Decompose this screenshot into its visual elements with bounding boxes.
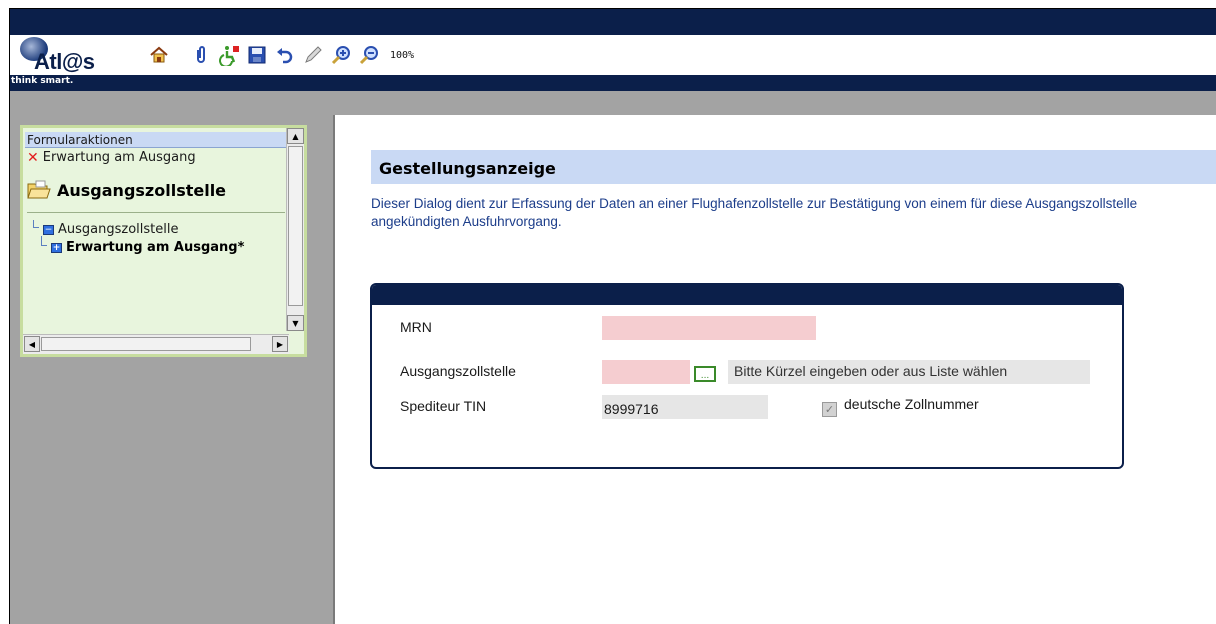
collapse-node-icon[interactable]: −	[43, 224, 54, 235]
form-actions-panel: Formularaktionen ✕ Erwartung am Ausgang …	[20, 125, 307, 357]
atlas-logo: Atl@s	[12, 35, 122, 79]
form-panel: MRN Ausgangszollstelle ... Bitte Kürzel …	[370, 283, 1124, 469]
nav-action-label: Erwartung am Ausgang	[42, 150, 196, 165]
attachment-icon[interactable]	[190, 44, 212, 66]
zoom-level: 100%	[390, 49, 415, 61]
page-description: Dieser Dialog dient zur Erfassung der Da…	[371, 196, 1138, 229]
tin-label: Spediteur TIN	[400, 398, 487, 414]
folder-open-icon	[27, 180, 51, 199]
tree-item-label: Ausgangszollstelle	[58, 222, 179, 237]
tin-field[interactable]: 8999716	[602, 395, 768, 419]
main-content: Gestellungsanzeige Dieser Dialog dient z…	[337, 115, 1216, 624]
vertical-scrollbar[interactable]: ▲ ▼	[286, 128, 304, 331]
office-label: Ausgangszollstelle	[400, 363, 516, 379]
zoom-out-icon[interactable]	[358, 44, 380, 66]
divider	[27, 212, 285, 213]
scroll-thumb[interactable]	[41, 337, 251, 351]
nav-content: Formularaktionen ✕ Erwartung am Ausgang …	[23, 128, 289, 331]
office-input[interactable]	[602, 360, 690, 384]
mrn-label: MRN	[400, 319, 432, 335]
scroll-down-icon[interactable]: ▼	[287, 315, 304, 331]
scroll-left-icon[interactable]: ◀	[24, 336, 40, 352]
page-title: Gestellungsanzeige	[379, 159, 556, 178]
scroll-right-icon[interactable]: ▶	[272, 336, 288, 352]
undo-icon[interactable]	[274, 44, 296, 66]
heading-bar: Gestellungsanzeige	[371, 150, 1216, 184]
nav-title-label: Ausgangszollstelle	[57, 180, 227, 200]
tagline: think smart.	[11, 76, 74, 86]
left-pane: Formularaktionen ✕ Erwartung am Ausgang …	[10, 115, 335, 624]
logo-text: Atl@s	[34, 49, 95, 74]
office-hint: Bitte Kürzel eingeben oder aus Liste wäh…	[728, 360, 1090, 384]
checkbox-label: deutsche Zollnummer	[844, 396, 979, 412]
accessibility-icon[interactable]	[218, 44, 240, 66]
home-icon[interactable]	[148, 44, 170, 66]
tree-item-ausgangszollstelle[interactable]: − Ausgangszollstelle	[29, 222, 178, 237]
toolbar: Atl@s 100%	[10, 35, 1216, 75]
scroll-up-icon[interactable]: ▲	[287, 128, 304, 144]
tree-item-erwartung[interactable]: + Erwartung am Ausgang*	[37, 240, 244, 255]
save-icon[interactable]	[246, 44, 268, 66]
form-actions-header: Formularaktionen	[25, 132, 287, 148]
delete-icon: ✕	[27, 149, 39, 166]
expand-node-icon[interactable]: +	[51, 242, 62, 253]
toolbar-icons: 100%	[148, 43, 414, 67]
nav-action-item[interactable]: ✕ Erwartung am Ausgang	[27, 150, 196, 165]
horizontal-scrollbar[interactable]: ◀ ▶	[23, 334, 289, 354]
office-picker-button[interactable]: ...	[694, 366, 716, 382]
tagline-bar: think smart.	[10, 75, 1216, 91]
scroll-thumb[interactable]	[288, 146, 303, 306]
tree-item-label: Erwartung am Ausgang*	[66, 240, 245, 255]
app-window: Atl@s 100% think smart. Formularaktionen…	[9, 8, 1216, 624]
zoom-in-icon[interactable]	[330, 44, 352, 66]
nav-title: Ausgangszollstelle	[27, 180, 226, 200]
title-bar	[10, 9, 1216, 35]
panel-header	[372, 285, 1122, 305]
deutsche-zollnummer-checkbox[interactable]: ✓	[822, 402, 837, 417]
pencil-icon[interactable]	[302, 44, 324, 66]
mrn-input[interactable]	[602, 316, 816, 340]
gray-strip	[10, 91, 1216, 115]
